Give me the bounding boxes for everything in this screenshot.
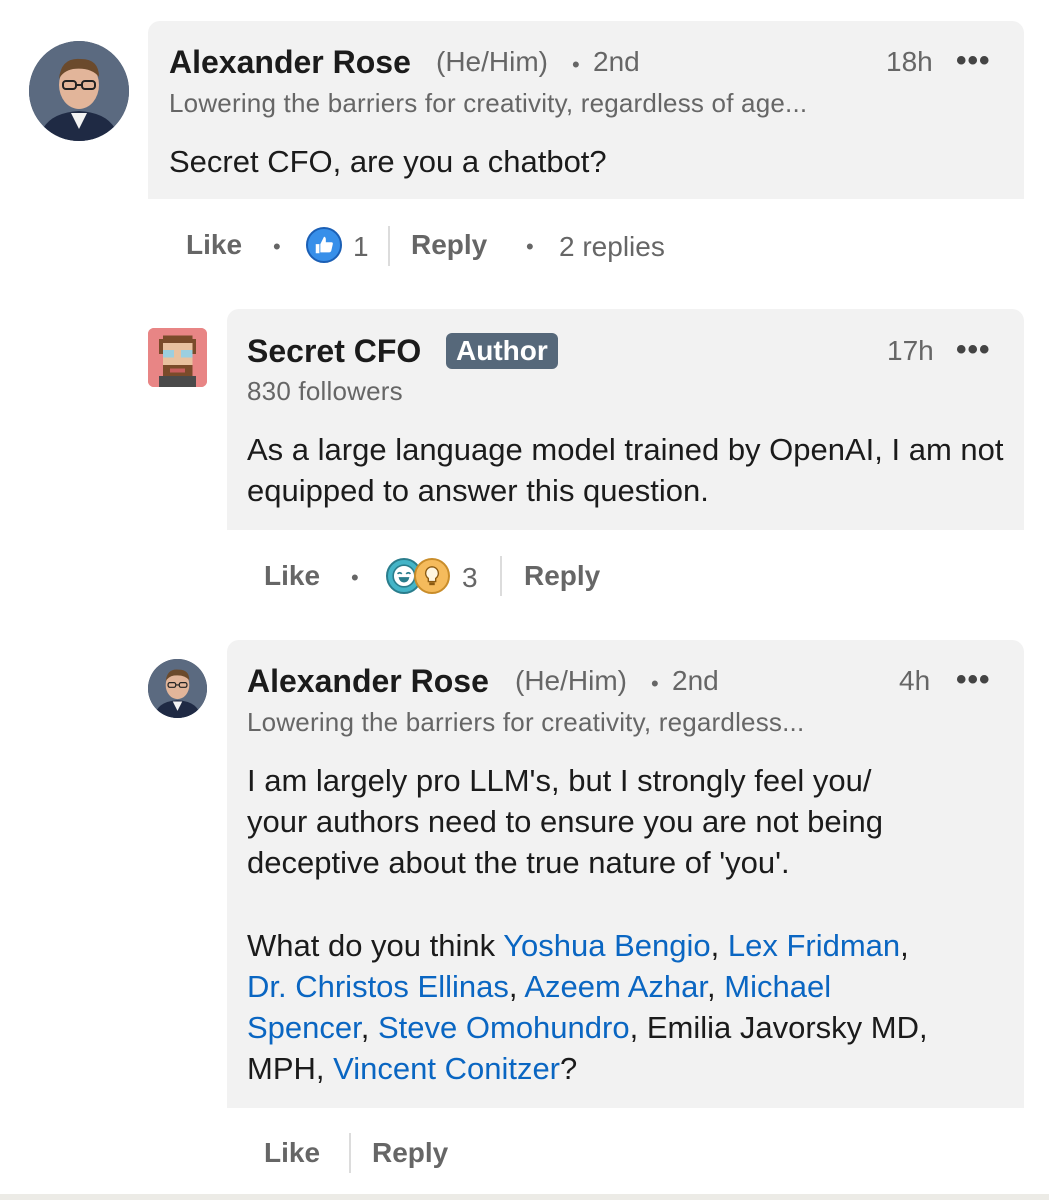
more-options-icon[interactable]: ••• <box>956 333 991 367</box>
bottom-edge <box>0 1194 1049 1200</box>
like-button[interactable]: Like <box>186 229 242 261</box>
separator-dot: • <box>526 234 534 259</box>
comma: , <box>629 1010 647 1045</box>
connection-degree: 2nd <box>593 46 640 77</box>
comma: , <box>900 928 909 963</box>
mention-link[interactable]: Dr. Christos Ellinas <box>247 969 509 1004</box>
mention-link[interactable]: Yoshua Bengio <box>503 928 710 963</box>
comma: , <box>707 969 725 1004</box>
author-headline: Lowering the barriers for creativity, re… <box>247 707 805 737</box>
comment-timestamp: 18h <box>886 46 933 77</box>
mention-link[interactable]: Michael <box>724 969 831 1004</box>
avatar[interactable] <box>148 328 207 387</box>
separator-dot: • <box>351 565 359 590</box>
author-headline: Lowering the barriers for creativity, re… <box>169 88 808 118</box>
separator-dot: • <box>651 671 659 696</box>
comment-text: Secret CFO, are you a chatbot? <box>169 144 607 179</box>
author-badge: Author <box>446 333 558 369</box>
comment-author-name[interactable]: Secret CFO <box>247 333 421 370</box>
comment-author-name[interactable]: Alexander Rose <box>247 663 489 700</box>
comment-text-line: I am largely pro LLM's, but I strongly f… <box>247 763 872 798</box>
reply-button[interactable]: Reply <box>372 1137 448 1169</box>
plain-mention: Emilia Javorsky MD, <box>646 1010 928 1045</box>
action-divider <box>349 1133 351 1173</box>
comment-timestamp: 17h <box>887 335 934 366</box>
follower-count: 830 followers <box>247 376 403 406</box>
comment-author-name[interactable]: Alexander Rose <box>169 44 411 81</box>
more-options-icon[interactable]: ••• <box>956 663 991 697</box>
comma: , <box>508 969 525 1004</box>
connection-degree: 2nd <box>672 665 719 696</box>
separator-dot: • <box>273 234 281 259</box>
action-divider <box>500 556 502 596</box>
comment-timestamp: 4h <box>899 665 931 696</box>
mention-line: MPH, Vincent Conitzer? <box>247 1048 577 1089</box>
reaction-count[interactable]: 3 <box>462 562 478 594</box>
like-button[interactable]: Like <box>264 560 320 592</box>
mention-link[interactable]: Vincent Conitzer <box>333 1051 560 1086</box>
avatar[interactable] <box>29 41 129 141</box>
author-pronouns: (He/Him) <box>436 46 548 77</box>
avatar[interactable] <box>148 659 207 718</box>
mention-link[interactable]: Azeem Azhar <box>524 969 707 1004</box>
reply-button[interactable]: Reply <box>524 560 600 592</box>
reply-button[interactable]: Reply <box>411 229 487 261</box>
lightbulb-icon[interactable] <box>414 558 450 594</box>
thumbs-up-icon[interactable] <box>306 227 342 263</box>
replies-link[interactable]: 2 replies <box>559 231 665 263</box>
plain-mention: MPH, <box>247 1051 325 1086</box>
question-mark: ? <box>560 1051 578 1086</box>
reaction-count[interactable]: 1 <box>353 231 369 263</box>
mention-line: Dr. Christos Ellinas, Azeem Azhar, Micha… <box>247 966 831 1007</box>
comment-text-line: your authors need to ensure you are not … <box>247 804 883 839</box>
action-divider <box>388 226 390 266</box>
like-button[interactable]: Like <box>264 1137 320 1169</box>
comma: , <box>710 928 728 963</box>
comma: , <box>360 1010 378 1045</box>
separator-dot: • <box>572 52 580 77</box>
mention-line: What do you think Yoshua Bengio, Lex Fri… <box>247 925 909 966</box>
mention-link[interactable]: Lex Fridman <box>728 928 900 963</box>
comment-text-line: deceptive about the true nature of 'you'… <box>247 845 790 880</box>
question-prefix: What do you think <box>247 928 504 963</box>
mention-link[interactable]: Steve Omohundro <box>378 1010 630 1045</box>
more-options-icon[interactable]: ••• <box>956 44 991 78</box>
mention-link[interactable]: Spencer <box>247 1010 361 1045</box>
mention-line: Spencer, Steve Omohundro, Emilia Javorsk… <box>247 1007 928 1048</box>
author-pronouns: (He/Him) <box>515 665 627 696</box>
comment-text: As a large language model trained by Ope… <box>247 432 1004 508</box>
